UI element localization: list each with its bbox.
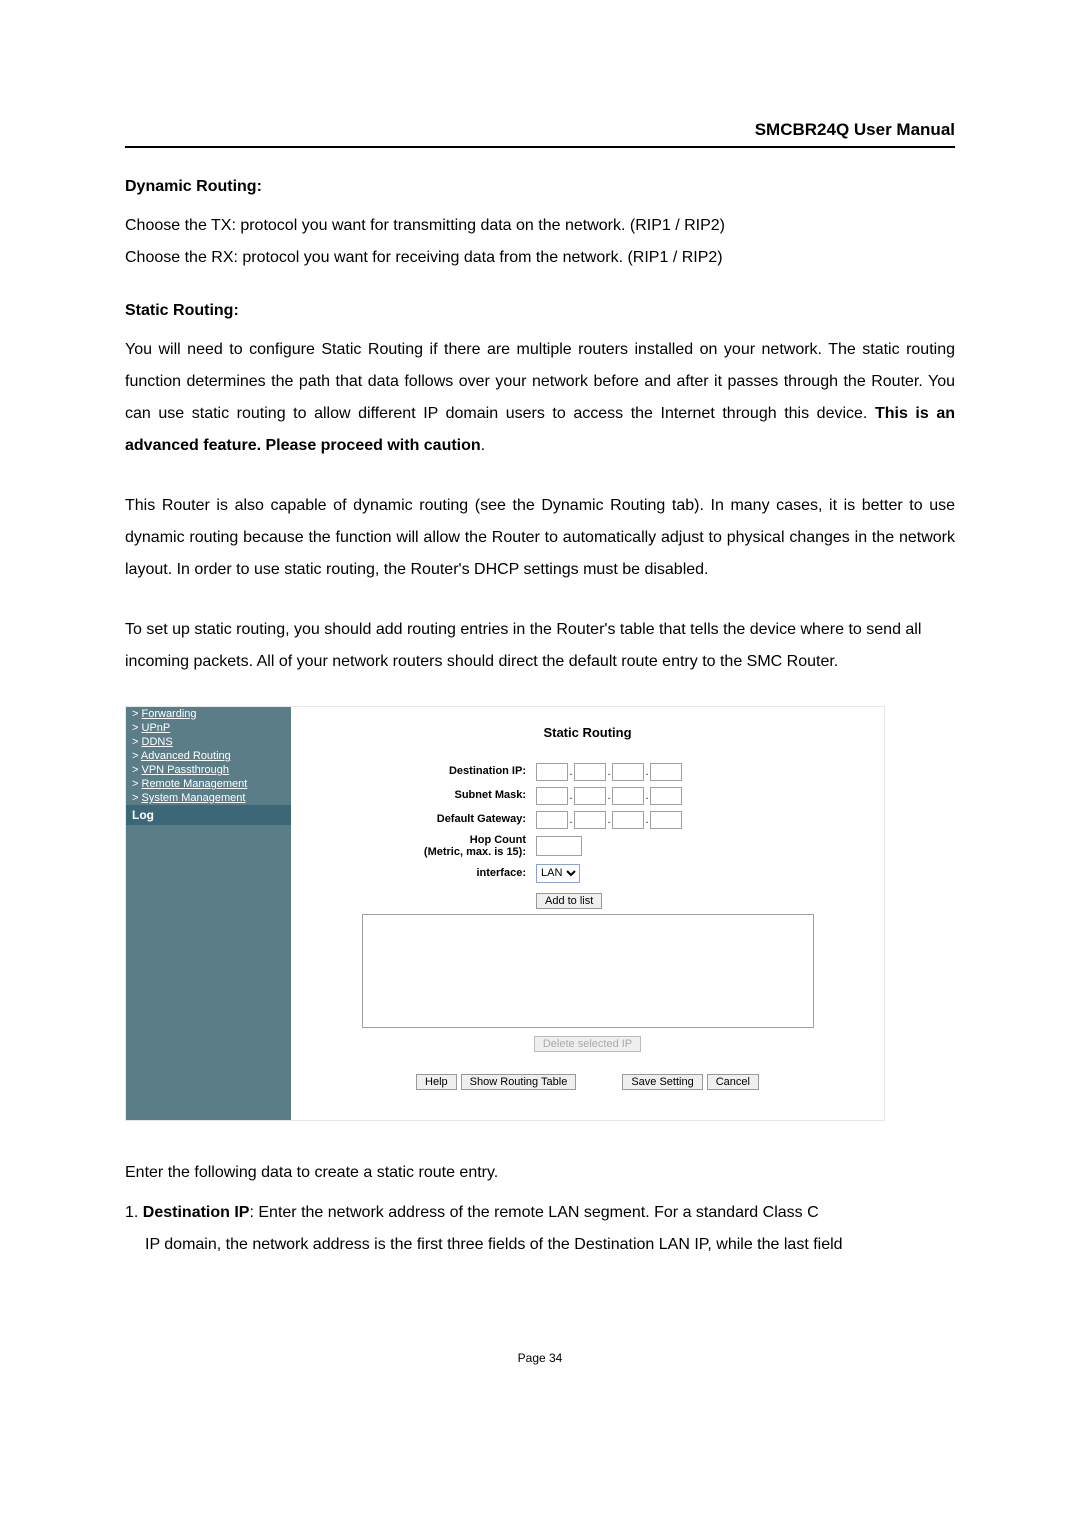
router-main-title: Static Routing [311, 725, 864, 740]
sidebar-log[interactable]: Log [126, 805, 291, 825]
para-dynamic-routing: Choose the TX: protocol you want for tra… [125, 210, 955, 274]
show-routing-table-button[interactable]: Show Routing Table [461, 1074, 577, 1090]
default-gateway-octet-2[interactable] [574, 811, 606, 829]
router-sidebar: > Forwarding > UPnP > DDNS > Advanced Ro… [126, 707, 291, 1120]
subnet-mask-octet-3[interactable] [612, 787, 644, 805]
label-destination-ip: Destination IP: [311, 765, 536, 777]
route-list-box[interactable] [362, 914, 814, 1028]
header-rule [125, 146, 955, 148]
footer-intro-text: Enter the following data to create a sta… [125, 1157, 955, 1189]
delete-selected-ip-button[interactable]: Delete selected IP [534, 1036, 641, 1052]
para-static-routing-3: To set up static routing, you should add… [125, 614, 955, 678]
cancel-button[interactable]: Cancel [707, 1074, 759, 1090]
destination-ip-octet-2[interactable] [574, 763, 606, 781]
sidebar-item-vpn-passthrough[interactable]: > VPN Passthrough [126, 763, 291, 777]
default-gateway-octet-4[interactable] [650, 811, 682, 829]
label-hop-count: Hop Count(Metric, max. is 15): [311, 834, 536, 858]
default-gateway-octet-3[interactable] [612, 811, 644, 829]
text-line: Choose the TX: protocol you want for tra… [125, 217, 725, 234]
interface-select[interactable]: LAN [536, 864, 580, 883]
subnet-mask-octet-2[interactable] [574, 787, 606, 805]
list-item-1-continuation: IP domain, the network address is the fi… [125, 1229, 955, 1261]
list-bold-term: Destination IP [143, 1204, 250, 1221]
heading-static-routing: Static Routing: [125, 302, 955, 320]
label-subnet-mask: Subnet Mask: [311, 789, 536, 801]
sidebar-item-forwarding[interactable]: > Forwarding [126, 707, 291, 721]
destination-ip-octet-3[interactable] [612, 763, 644, 781]
page-number: Page 34 [125, 1351, 955, 1365]
router-main-panel: Static Routing Destination IP: ... Subne… [291, 707, 884, 1120]
label-default-gateway: Default Gateway: [311, 813, 536, 825]
sidebar-item-upnp[interactable]: > UPnP [126, 721, 291, 735]
sidebar-item-advanced-routing[interactable]: > Advanced Routing [126, 749, 291, 763]
subnet-mask-octet-4[interactable] [650, 787, 682, 805]
default-gateway-octet-1[interactable] [536, 811, 568, 829]
destination-ip-octet-1[interactable] [536, 763, 568, 781]
sidebar-item-remote-management[interactable]: > Remote Management [126, 777, 291, 791]
heading-dynamic-routing: Dynamic Routing: [125, 178, 955, 196]
label-interface: interface: [311, 867, 536, 879]
para-static-routing-2: This Router is also capable of dynamic r… [125, 490, 955, 586]
text-line: Choose the RX: protocol you want for rec… [125, 249, 723, 266]
subnet-mask-octet-1[interactable] [536, 787, 568, 805]
list-item-1: 1. Destination IP: Enter the network add… [125, 1197, 955, 1229]
sidebar-item-system-management[interactable]: > System Management [126, 791, 291, 805]
hop-count-input[interactable] [536, 836, 582, 856]
list-number: 1. [125, 1204, 143, 1221]
text-segment: You will need to configure Static Routin… [125, 341, 955, 422]
help-button[interactable]: Help [416, 1074, 457, 1090]
list-rest: : Enter the network address of the remot… [249, 1204, 818, 1221]
sidebar-item-ddns[interactable]: > DDNS [126, 735, 291, 749]
text-segment: . [481, 437, 485, 454]
destination-ip-octet-4[interactable] [650, 763, 682, 781]
para-static-routing-1: You will need to configure Static Routin… [125, 334, 955, 462]
router-ui-figure: > Forwarding > UPnP > DDNS > Advanced Ro… [125, 706, 955, 1121]
save-setting-button[interactable]: Save Setting [622, 1074, 702, 1090]
add-to-list-button[interactable]: Add to list [536, 893, 602, 909]
page-header-title: SMCBR24Q User Manual [125, 120, 955, 146]
